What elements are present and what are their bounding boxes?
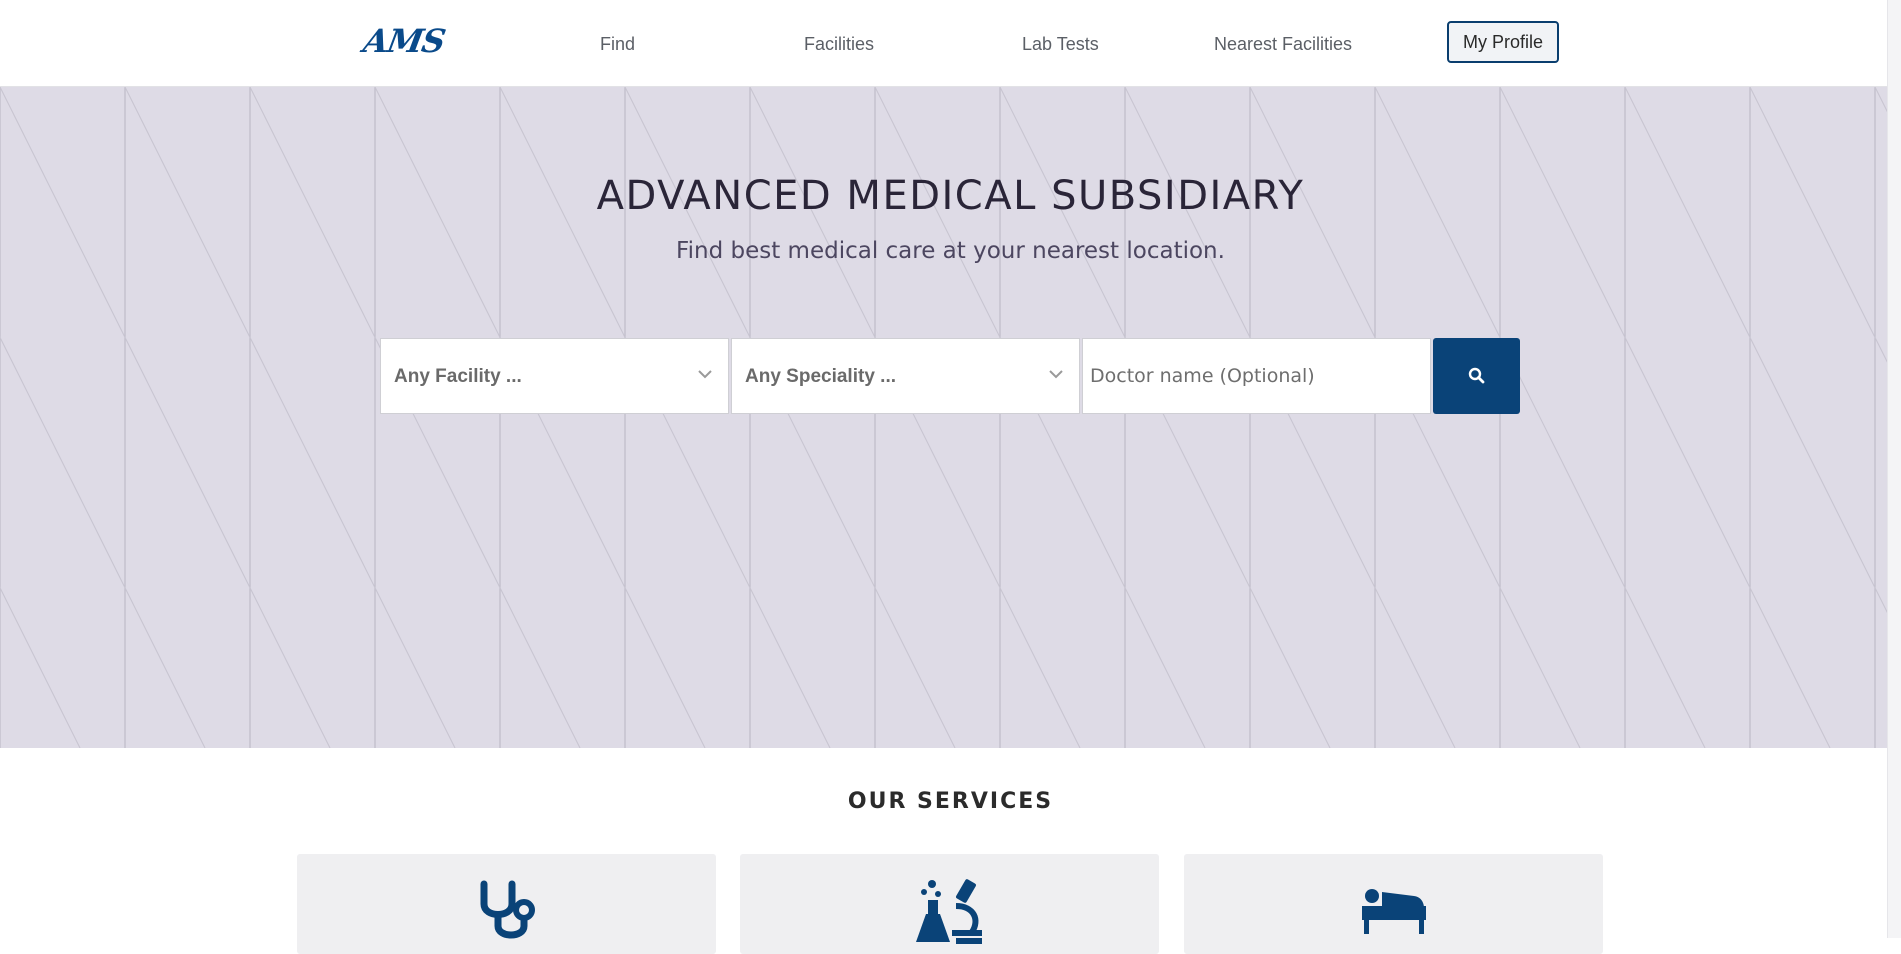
nav-link-lab-tests[interactable]: Lab Tests (1022, 34, 1099, 55)
lab-microscope-icon (915, 879, 982, 944)
page-scrollbar[interactable] (1887, 0, 1901, 938)
service-card-hospital-stay[interactable] (1184, 854, 1603, 954)
my-profile-button[interactable]: My Profile (1447, 21, 1559, 63)
chevron-down-icon (698, 370, 712, 379)
service-card-lab[interactable] (740, 854, 1159, 954)
search-bar: Any Facility ... Any Speciality ... (380, 338, 1520, 414)
top-navbar: AMS Find Facilities Lab Tests Nearest Fa… (0, 0, 1901, 87)
nav-link-nearest-facilities[interactable]: Nearest Facilities (1214, 34, 1352, 55)
speciality-select[interactable]: Any Speciality ... (731, 338, 1080, 414)
nav-link-facilities[interactable]: Facilities (804, 34, 874, 55)
speciality-select-value: Any Speciality ... (745, 366, 896, 387)
search-button[interactable] (1433, 338, 1520, 414)
site-logo[interactable]: AMS (361, 22, 448, 60)
services-title: OUR SERVICES (847, 789, 1054, 814)
hero-subtitle: Find best medical care at your nearest l… (676, 238, 1225, 264)
doctor-name-input[interactable] (1082, 338, 1431, 414)
service-card-consultation[interactable] (297, 854, 716, 954)
facility-select[interactable]: Any Facility ... (380, 338, 729, 414)
search-icon (1468, 367, 1484, 384)
stethoscope-icon (480, 880, 535, 939)
hero-title: ADVANCED MEDICAL SUBSIDIARY (596, 173, 1305, 219)
nav-link-find[interactable]: Find (600, 34, 635, 55)
hospital-bed-icon (1361, 889, 1426, 934)
facility-select-value: Any Facility ... (394, 366, 522, 387)
chevron-down-icon (1049, 370, 1063, 379)
hero-section: ADVANCED MEDICAL SUBSIDIARY Find best me… (0, 87, 1901, 748)
